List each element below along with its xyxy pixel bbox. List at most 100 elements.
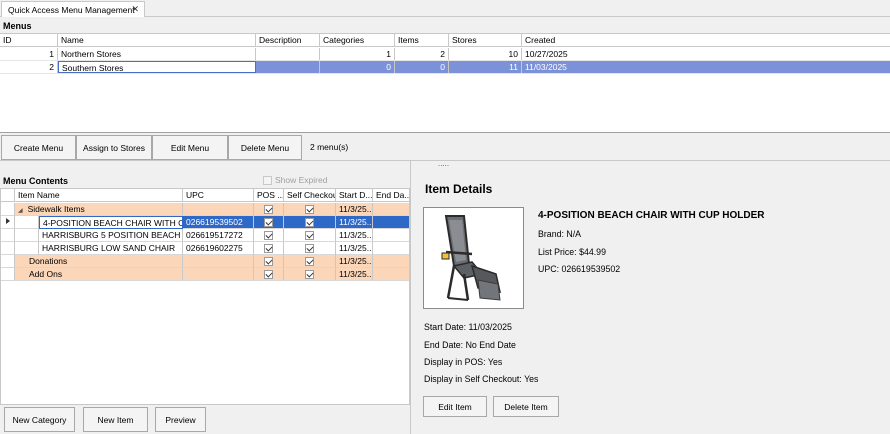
self-checkout-checkbox[interactable] <box>305 217 314 227</box>
column-header-name[interactable]: Name <box>58 34 256 46</box>
end-date-cell <box>373 216 409 229</box>
item-row[interactable]: HARRISBURG 5 POSITION BEACH CH... 026619… <box>1 229 409 242</box>
menu-created-cell: 11/03/2025 <box>525 62 567 72</box>
close-icon[interactable]: ✕ <box>131 4 139 15</box>
upc-cell: 026619539502 <box>183 216 254 229</box>
menu-contents-tree: Item Name UPC POS ... Self Checkou... St… <box>0 188 410 405</box>
row-gutter <box>1 242 15 255</box>
category-name-cell: ◢ Sidewalk Items <box>15 203 183 216</box>
beach-chair-image <box>423 207 524 309</box>
category-row[interactable]: ◢ Sidewalk Items 11/3/25... <box>1 203 409 216</box>
new-category-button[interactable]: New Category <box>4 407 75 432</box>
category-row[interactable]: Add Ons 11/3/25... <box>1 268 409 281</box>
tab-quick-access-menu-management[interactable]: Quick Access Menu Management ✕ <box>1 1 145 17</box>
column-header-upc[interactable]: UPC <box>183 189 254 202</box>
edit-item-button[interactable]: Edit Item <box>423 396 487 417</box>
self-checkout-checkbox[interactable] <box>305 243 314 253</box>
column-header-description[interactable]: Description <box>256 34 320 46</box>
pos-checkbox[interactable] <box>264 230 273 240</box>
brand-text: Brand: N/A <box>538 229 582 239</box>
menu-count: 2 menu(s) <box>310 142 349 152</box>
self-checkout-cell <box>284 203 336 216</box>
start-date-cell: 11/3/25... <box>336 216 373 229</box>
pos-cell <box>254 242 284 255</box>
list-price-text: List Price: $44.99 <box>538 247 606 257</box>
menu-row[interactable]: 1 Northern Stores 1 2 10 10/27/2025 <box>0 48 890 61</box>
item-name-cell: 4-POSITION BEACH CHAIR WITH CUP ... <box>39 216 183 229</box>
column-header-start-date[interactable]: Start D... <box>336 189 373 202</box>
self-checkout-checkbox[interactable] <box>305 256 314 266</box>
current-row-indicator-icon <box>6 218 10 224</box>
item-details-panel: Item Details 4-POSITION BEACH CHAIR WITH… <box>411 170 890 434</box>
self-checkout-cell <box>284 216 336 229</box>
self-checkout-cell <box>284 268 336 281</box>
start-date-cell: 11/3/25... <box>336 268 373 281</box>
pos-cell <box>254 255 284 268</box>
self-checkout-checkbox[interactable] <box>305 230 314 240</box>
indent-cell <box>15 229 39 242</box>
self-checkout-cell <box>284 229 336 242</box>
column-header-stores[interactable]: Stores <box>449 34 522 46</box>
column-header-items[interactable]: Items <box>395 34 449 46</box>
end-date-cell <box>373 229 409 242</box>
delete-item-button[interactable]: Delete Item <box>493 396 559 417</box>
menus-grid: ID Name Description Categories Items Sto… <box>0 33 890 133</box>
item-name-heading: 4-POSITION BEACH CHAIR WITH CUP HOLDER <box>538 210 765 221</box>
column-header-created[interactable]: Created <box>522 34 890 46</box>
expand-toggle-icon[interactable]: ◢ <box>18 208 23 214</box>
self-checkout-checkbox[interactable] <box>305 204 314 214</box>
column-header-self-checkout[interactable]: Self Checkou... <box>284 189 336 202</box>
start-date-text: Start Date: 11/03/2025 <box>424 322 512 332</box>
pos-checkbox[interactable] <box>264 204 273 214</box>
upc-cell: 026619517272 <box>183 229 254 242</box>
assign-to-stores-button[interactable]: Assign to Stores <box>76 135 152 160</box>
self-checkout-checkbox[interactable] <box>305 269 314 279</box>
category-name-text: Sidewalk Items <box>27 204 85 214</box>
header-gutter <box>1 189 15 202</box>
menu-name-cell: Northern Stores <box>58 48 256 60</box>
end-date-cell <box>373 242 409 255</box>
column-header-pos[interactable]: POS ... <box>254 189 284 202</box>
upc-cell: 026619602275 <box>183 242 254 255</box>
upc-text: UPC: 026619539502 <box>538 264 621 274</box>
column-header-id[interactable]: ID <box>0 34 58 46</box>
start-date-cell: 11/3/25... <box>336 203 373 216</box>
pos-checkbox[interactable] <box>264 243 273 253</box>
display-in-self-checkout-text: Display in Self Checkout: Yes <box>424 374 539 384</box>
menu-stores-cell: 11 <box>449 61 522 73</box>
edit-menu-button[interactable]: Edit Menu <box>152 135 228 160</box>
pos-checkbox[interactable] <box>264 269 273 279</box>
menu-row-selected[interactable]: 2 Southern Stores 0 0 11 11/03/2025 <box>0 61 890 74</box>
splitter-handle[interactable]: ..... <box>438 160 449 168</box>
menu-items-cell: 2 <box>395 48 449 60</box>
column-header-categories[interactable]: Categories <box>320 34 395 46</box>
menu-created-cell: 10/27/2025 <box>525 49 568 59</box>
pos-cell <box>254 229 284 242</box>
pos-cell <box>254 216 284 229</box>
checkbox-box[interactable] <box>263 175 272 185</box>
menu-description-cell <box>256 48 320 60</box>
item-row[interactable]: HARRISBURG LOW SAND CHAIR 026619602275 1… <box>1 242 409 255</box>
self-checkout-cell <box>284 242 336 255</box>
create-menu-button[interactable]: Create Menu <box>1 135 76 160</box>
pos-checkbox[interactable] <box>264 217 273 227</box>
display-in-pos-text: Display in POS: Yes <box>424 357 503 367</box>
delete-menu-button[interactable]: Delete Menu <box>228 135 302 160</box>
item-row-selected[interactable]: 4-POSITION BEACH CHAIR WITH CUP ... 0266… <box>1 216 409 229</box>
pos-checkbox[interactable] <box>264 256 273 266</box>
menu-id-cell: 1 <box>0 48 58 60</box>
self-checkout-cell <box>284 255 336 268</box>
column-header-end-date[interactable]: End Da... <box>373 189 409 202</box>
indent-cell <box>15 216 39 229</box>
category-row[interactable]: Donations 11/3/25... <box>1 255 409 268</box>
pos-cell <box>254 203 284 216</box>
preview-button[interactable]: Preview <box>155 407 206 432</box>
upc-cell <box>183 268 254 281</box>
menu-name-cell: Southern Stores <box>58 61 256 73</box>
menu-items-cell: 0 <box>395 61 449 73</box>
column-header-item-name[interactable]: Item Name <box>15 189 183 202</box>
new-item-button[interactable]: New Item <box>83 407 148 432</box>
show-expired-checkbox[interactable]: Show Expired <box>263 175 327 185</box>
end-date-cell <box>373 255 409 268</box>
upc-cell <box>183 255 254 268</box>
